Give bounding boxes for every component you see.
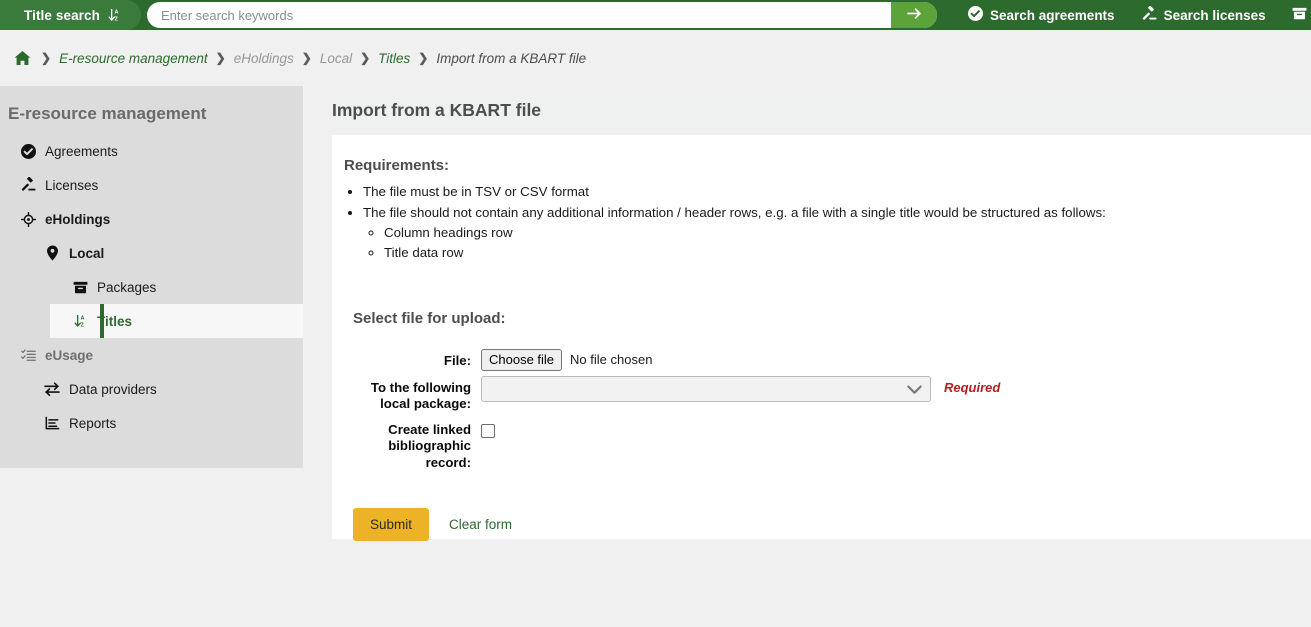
sidebar-item-label: Licenses [45, 178, 98, 193]
package-label: To the following local package: [344, 376, 471, 413]
map-pin-icon [44, 245, 60, 261]
submit-button[interactable]: Submit [353, 508, 429, 541]
linked-record-checkbox[interactable] [481, 424, 495, 438]
package-required-note: Required [931, 376, 1000, 395]
package-row: To the following local package: [344, 376, 1311, 413]
sidebar-title: E-resource management [0, 98, 303, 134]
requirement-item: The file should not contain any addition… [363, 203, 1311, 263]
search-licenses-label: Search licenses [1164, 8, 1266, 23]
breadcrumb-item-titles[interactable]: Titles [378, 51, 410, 66]
breadcrumb-item-current: Import from a KBART file [436, 51, 586, 66]
sidebar-item-label: Reports [69, 416, 116, 431]
requirement-sub-item: Title data row [384, 243, 1311, 263]
archive-box-icon [72, 280, 88, 295]
breadcrumb-home-icon[interactable] [8, 50, 33, 66]
main-pane-header: Import from a KBART file [332, 86, 1311, 135]
search-input[interactable] [147, 3, 937, 27]
breadcrumb-item-e-resource-management[interactable]: E-resource management [59, 51, 208, 66]
linked-record-control [471, 418, 1311, 438]
breadcrumb-item-eholdings[interactable]: eHoldings [234, 51, 294, 66]
file-row: File: Choose file No file chosen [344, 349, 1311, 371]
requirement-sub-item: Column headings row [384, 223, 1311, 243]
check-circle-icon [20, 144, 36, 159]
sidebar: E-resource management Agreements License… [0, 86, 303, 468]
sidebar-item-titles[interactable]: A Z Titles [50, 304, 303, 338]
bar-chart-icon [44, 416, 60, 430]
svg-text:Z: Z [115, 17, 119, 22]
title-search-toggle[interactable]: Title search A Z [0, 0, 141, 30]
sidebar-item-label: Data providers [69, 382, 157, 397]
crosshair-icon [20, 212, 36, 227]
file-label: File: [344, 349, 471, 370]
upload-section-heading: Select file for upload: [353, 310, 1311, 327]
file-control: Choose file No file chosen [471, 349, 1311, 371]
sort-alpha-down-icon: A Z [72, 314, 88, 328]
top-action-list: Search agreements Search licenses [955, 0, 1311, 30]
title-search-label: Title search [24, 8, 100, 23]
sidebar-item-label: Local [69, 246, 104, 261]
content-card: Requirements: The file must be in TSV or… [332, 135, 1311, 539]
sidebar-item-label: Agreements [45, 144, 118, 159]
linked-record-label: Create linked bibliographic record: [344, 418, 471, 472]
gavel-icon [1141, 6, 1157, 25]
requirements-heading: Requirements: [344, 157, 1311, 174]
search-submit-button[interactable] [891, 2, 937, 28]
search-packages-button[interactable]: Se [1279, 0, 1311, 30]
choose-file-button[interactable]: Choose file [481, 349, 562, 371]
top-navigation-bar: Title search A Z [0, 0, 1311, 30]
sidebar-item-label: eHoldings [45, 212, 110, 227]
upload-form: File: Choose file No file chosen To the … [344, 349, 1311, 472]
svg-text:A: A [80, 316, 84, 322]
sidebar-item-local[interactable]: Local [0, 236, 303, 270]
sidebar-item-label: Packages [97, 280, 156, 295]
package-select[interactable] [481, 376, 931, 402]
breadcrumb-separator: ❯ [208, 51, 234, 65]
exchange-icon [44, 382, 60, 396]
search-agreements-label: Search agreements [990, 8, 1115, 23]
svg-text:Z: Z [80, 323, 84, 328]
sidebar-item-eholdings[interactable]: eHoldings [0, 202, 303, 236]
sidebar-item-data-providers[interactable]: Data providers [0, 372, 303, 406]
sidebar-item-label: Titles [97, 314, 132, 329]
requirement-item: The file must be in TSV or CSV format [363, 182, 1311, 202]
requirements-list: The file must be in TSV or CSV format Th… [344, 182, 1311, 263]
clear-form-button[interactable]: Clear form [443, 508, 518, 541]
sidebar-item-licenses[interactable]: Licenses [0, 168, 303, 202]
sidebar-item-label: eUsage [45, 348, 93, 363]
search-field-container [147, 2, 937, 28]
archive-box-icon [1292, 6, 1307, 24]
sidebar-item-eusage[interactable]: eUsage [0, 338, 303, 372]
breadcrumb-item-local[interactable]: Local [320, 51, 352, 66]
tasks-list-icon [20, 348, 36, 362]
sidebar-item-agreements[interactable]: Agreements [0, 134, 303, 168]
page-title: Import from a KBART file [332, 100, 541, 121]
search-licenses-button[interactable]: Search licenses [1128, 0, 1279, 30]
check-circle-icon [968, 6, 983, 24]
breadcrumb-separator: ❯ [33, 51, 59, 65]
file-status-text: No file chosen [562, 349, 652, 367]
requirement-text: The file should not contain any addition… [363, 205, 1106, 220]
linked-record-row: Create linked bibliographic record: [344, 418, 1311, 472]
main-pane: Import from a KBART file Requirements: T… [332, 86, 1311, 539]
package-control: Required [471, 376, 1311, 402]
package-select-wrapper [481, 376, 931, 402]
requirement-text: The file must be in TSV or CSV format [363, 184, 589, 199]
form-actions: Submit Clear form [353, 508, 1311, 541]
breadcrumb: ❯ E-resource management ❯ eHoldings ❯ Lo… [0, 30, 1311, 86]
breadcrumb-separator: ❯ [294, 51, 320, 65]
search-agreements-button[interactable]: Search agreements [955, 0, 1128, 30]
svg-text:A: A [115, 10, 119, 16]
arrow-right-icon [907, 7, 922, 23]
sort-alpha-down-icon: A Z [108, 8, 121, 22]
requirement-sub-list: Column headings row Title data row [363, 223, 1311, 262]
app-root: Title search A Z [0, 0, 1311, 627]
breadcrumb-separator: ❯ [410, 51, 436, 65]
sidebar-item-reports[interactable]: Reports [0, 406, 303, 440]
sidebar-item-packages[interactable]: Packages [0, 270, 303, 304]
gavel-icon [20, 177, 36, 193]
breadcrumb-separator: ❯ [352, 51, 378, 65]
